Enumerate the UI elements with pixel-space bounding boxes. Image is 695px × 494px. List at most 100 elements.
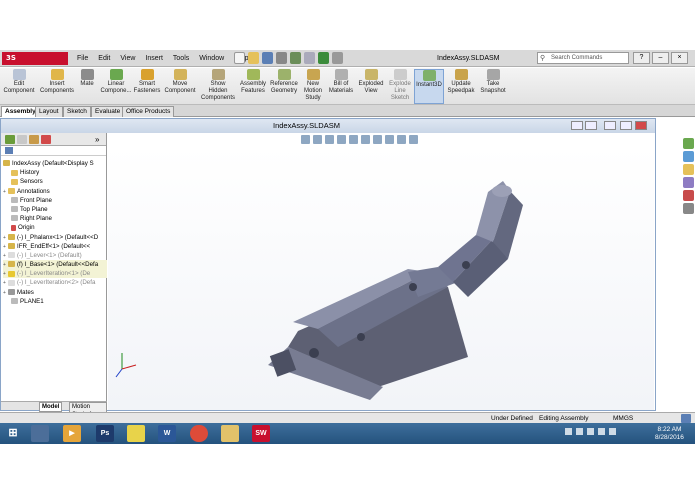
exploded-view-button[interactable]: Exploded View [357,69,385,95]
displaymanager-icon[interactable] [41,135,51,144]
featuremanager-icon[interactable] [5,135,15,144]
tab-model[interactable]: Model [39,402,63,412]
bill-of-materials-button[interactable]: Bill of Materials [327,69,355,95]
solidworks-taskbar-icon[interactable]: SW [252,425,270,442]
rebuild-icon[interactable] [318,52,329,64]
appearances-icon[interactable] [683,190,694,201]
tree-node-right-plane[interactable]: Right Plane [3,214,107,223]
design-library-icon[interactable] [683,151,694,162]
tree-node-annotations[interactable]: + Annotations [3,187,107,196]
filter-icon[interactable] [5,147,13,154]
media-player-icon[interactable]: ▶ [63,425,81,442]
tree-node-plane1[interactable]: PLANE1 [3,297,107,306]
tree-node-component[interactable]: + (-) I_Phalanx<1> (Default<<D [3,233,107,242]
configurationmanager-icon[interactable] [29,135,39,144]
tile-icon[interactable] [585,121,597,130]
tree-node-assembly[interactable]: IndexAssy (Default<Display S [3,159,107,168]
tree-filter[interactable] [1,146,106,156]
select-icon[interactable] [304,52,315,64]
units-status[interactable]: MMGS [613,414,633,423]
update-speedpak-button[interactable]: Update Speedpak [446,69,476,95]
zoom-area-icon[interactable] [313,135,322,144]
tree-node-top-plane[interactable]: Top Plane [3,205,107,214]
tree-node-history[interactable]: History [3,168,107,177]
close-button[interactable]: × [671,52,688,64]
graphics-area[interactable] [108,147,654,410]
expand-chevron-icon[interactable]: » [95,135,105,144]
save-icon[interactable] [262,52,273,64]
close-icon[interactable] [635,121,647,130]
tree-node-component[interactable]: + (-) I_LeverIteration<2> (Defa [3,278,107,287]
resources-icon[interactable] [683,138,694,149]
tab-assembly[interactable]: Assembly [1,106,40,117]
menu-tools[interactable]: Tools [168,53,194,64]
move-component-button[interactable]: Move Component [162,69,198,95]
open-file-icon[interactable] [248,52,259,64]
photoshop-icon[interactable]: Ps [96,425,114,442]
print-icon[interactable] [276,52,287,64]
help-icon[interactable] [681,414,691,423]
tree-node-front-plane[interactable]: Front Plane [3,196,107,205]
minimize-icon[interactable] [604,121,616,130]
tab-office-products[interactable]: Office Products [122,106,175,117]
options-icon[interactable] [332,52,343,64]
battery-icon[interactable] [609,428,616,435]
linear-pattern-button[interactable]: Linear Compone... [99,69,133,95]
sticky-notes-icon[interactable] [127,425,145,442]
word-icon[interactable]: W [158,425,176,442]
view-orientation-icon[interactable] [349,135,358,144]
system-clock[interactable]: 8:22 AM 8/28/2016 [655,426,684,442]
view-palette-icon[interactable] [683,177,694,188]
tab-sketch[interactable]: Sketch [63,106,91,117]
tree-node-component[interactable]: + IFR_EndEff<1> (Default<< [3,242,107,251]
apply-scene-icon[interactable] [397,135,406,144]
edit-component-button[interactable]: Edit Component [2,69,36,95]
tree-node-component[interactable]: + (f) I_Base<1> (Default<<Defa [3,260,107,270]
file-explorer-icon[interactable] [683,164,694,175]
hide-show-icon[interactable] [373,135,382,144]
tree-node-sensors[interactable]: Sensors [3,177,107,186]
tab-evaluate[interactable]: Evaluate [91,106,125,117]
mate-button[interactable]: Mate [77,69,97,88]
propertymanager-icon[interactable] [17,135,27,144]
show-hidden-components-button[interactable]: Show Hidden Components [200,69,236,102]
menu-window[interactable]: Window [194,53,229,64]
volume-icon[interactable] [598,428,605,435]
previous-view-icon[interactable] [325,135,334,144]
tray-arrow-icon[interactable] [565,428,572,435]
instant3d-button[interactable]: Instant3D [414,69,444,104]
tree-node-component[interactable]: + (-) I_Lever<1> (Default) [3,251,107,260]
explode-line-sketch-button[interactable]: Explode Line Sketch [386,69,414,102]
menu-insert[interactable]: Insert [140,53,168,64]
restore-icon[interactable] [620,121,632,130]
menu-file[interactable]: File [72,53,93,64]
section-view-icon[interactable] [337,135,346,144]
new-motion-study-button[interactable]: New Motion Study [301,69,325,102]
menu-view[interactable]: View [115,53,140,64]
file-explorer-icon[interactable] [221,425,239,442]
tile-icon[interactable] [571,121,583,130]
reference-geometry-button[interactable]: Reference Geometry [269,69,299,95]
desktop-icon[interactable] [31,425,49,442]
help-icon[interactable]: ? [633,52,650,64]
search-commands-field[interactable]: ⚲ Search Commands [537,52,629,64]
solidworks-logo[interactable]: 3S SOLIDWORKS [2,52,68,75]
flag-icon[interactable] [576,428,583,435]
tab-layout[interactable]: Layout [35,106,63,117]
tree-node-origin[interactable]: Origin [3,223,107,232]
new-file-icon[interactable] [234,52,245,64]
assembly-features-button[interactable]: Assembly Features [238,69,268,95]
undo-icon[interactable] [290,52,301,64]
tree-node-mates[interactable]: + Mates [3,288,107,297]
zoom-to-fit-icon[interactable] [301,135,310,144]
network-icon[interactable] [587,428,594,435]
display-style-icon[interactable] [361,135,370,144]
smart-fasteners-button[interactable]: Smart Fasteners [133,69,161,95]
edit-appearance-icon[interactable] [385,135,394,144]
take-snapshot-button[interactable]: Take Snapshot [478,69,508,95]
custom-properties-icon[interactable] [683,203,694,214]
start-button[interactable]: ⊞ [4,425,22,442]
menu-edit[interactable]: Edit [93,53,115,64]
view-settings-icon[interactable] [409,135,418,144]
minimize-button[interactable]: – [652,52,669,64]
